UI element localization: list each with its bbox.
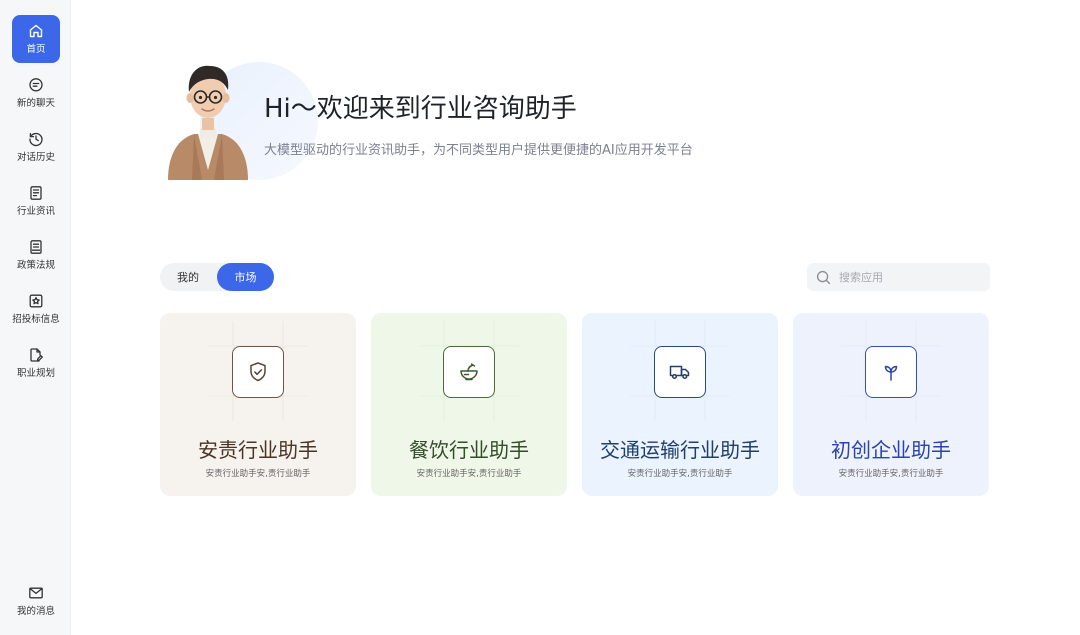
sidebar-item-label: 行业资讯: [16, 206, 55, 217]
card-title: 餐饮行业助手: [409, 438, 529, 462]
search-input[interactable]: [839, 270, 979, 284]
sidebar-item-label: 我的消息: [16, 606, 55, 617]
tab-mine[interactable]: 我的: [160, 263, 216, 291]
truck-icon: [654, 346, 706, 398]
card-title: 安责行业助手: [198, 438, 318, 462]
sidebar-item-industry-news[interactable]: 行业资讯: [12, 177, 60, 225]
sidebar-item-label: 职业规划: [16, 368, 55, 379]
app-card-startup[interactable]: 初创企业助手 安责行业助手安,责行业助手: [793, 313, 989, 496]
sidebar-item-home[interactable]: 首页: [12, 15, 60, 63]
sidebar-item-label: 新的聊天: [16, 98, 55, 109]
sprout-icon: [865, 346, 917, 398]
edit-document-icon: [28, 347, 44, 363]
bidding-star-icon: [28, 293, 44, 309]
sidebar-item-label: 对话历史: [16, 152, 55, 163]
home-icon: [28, 23, 44, 39]
shield-check-icon: [232, 346, 284, 398]
mail-icon: [28, 585, 44, 601]
hero-title: Hi～欢迎来到行业咨询助手: [264, 94, 577, 124]
app-card-transport[interactable]: 交通运输行业助手 安责行业助手安,责行业助手: [582, 313, 778, 496]
app-card-safety[interactable]: 安责行业助手 安责行业助手安,责行业助手: [160, 313, 356, 496]
policy-document-icon: [28, 239, 44, 255]
search-box: [807, 263, 990, 291]
sidebar-item-history[interactable]: 对话历史: [12, 123, 60, 171]
food-bowl-icon: [443, 346, 495, 398]
sidebar-item-bidding[interactable]: 招投标信息: [12, 285, 60, 333]
sidebar-item-career[interactable]: 职业规划: [12, 339, 60, 387]
chat-bubble-icon: [28, 77, 44, 93]
sidebar-item-label: 政策法规: [16, 260, 55, 271]
news-icon: [28, 185, 44, 201]
card-title: 初创企业助手: [831, 438, 951, 462]
sidebar-item-new-chat[interactable]: 新的聊天: [12, 69, 60, 117]
sidebar-item-messages[interactable]: 我的消息: [12, 577, 60, 625]
card-description: 安责行业助手安,责行业助手: [838, 469, 944, 479]
tab-market[interactable]: 市场: [217, 263, 274, 291]
app-card-catering[interactable]: 餐饮行业助手 安责行业助手安,责行业助手: [371, 313, 567, 496]
hero-subtitle: 大模型驱动的行业资讯助手，为不同类型用户提供更便捷的AI应用开发平台: [264, 143, 693, 158]
card-description: 安责行业助手安,责行业助手: [205, 469, 311, 479]
sidebar-item-policy[interactable]: 政策法规: [12, 231, 60, 279]
card-description: 安责行业助手安,责行业助手: [416, 469, 522, 479]
sidebar: 首页 新的聊天 对话历史 行业资讯 政策法规 招投标信息 职业规划 我的消息: [0, 0, 71, 635]
history-icon: [28, 131, 44, 147]
sidebar-item-label: 首页: [26, 44, 46, 55]
assistant-avatar: [162, 58, 254, 180]
app-scope-tabs: 我的 市场: [160, 263, 274, 291]
sidebar-item-label: 招投标信息: [12, 314, 60, 325]
card-description: 安责行业助手安,责行业助手: [627, 469, 733, 479]
card-title: 交通运输行业助手: [600, 438, 760, 462]
search-icon: [816, 270, 831, 285]
